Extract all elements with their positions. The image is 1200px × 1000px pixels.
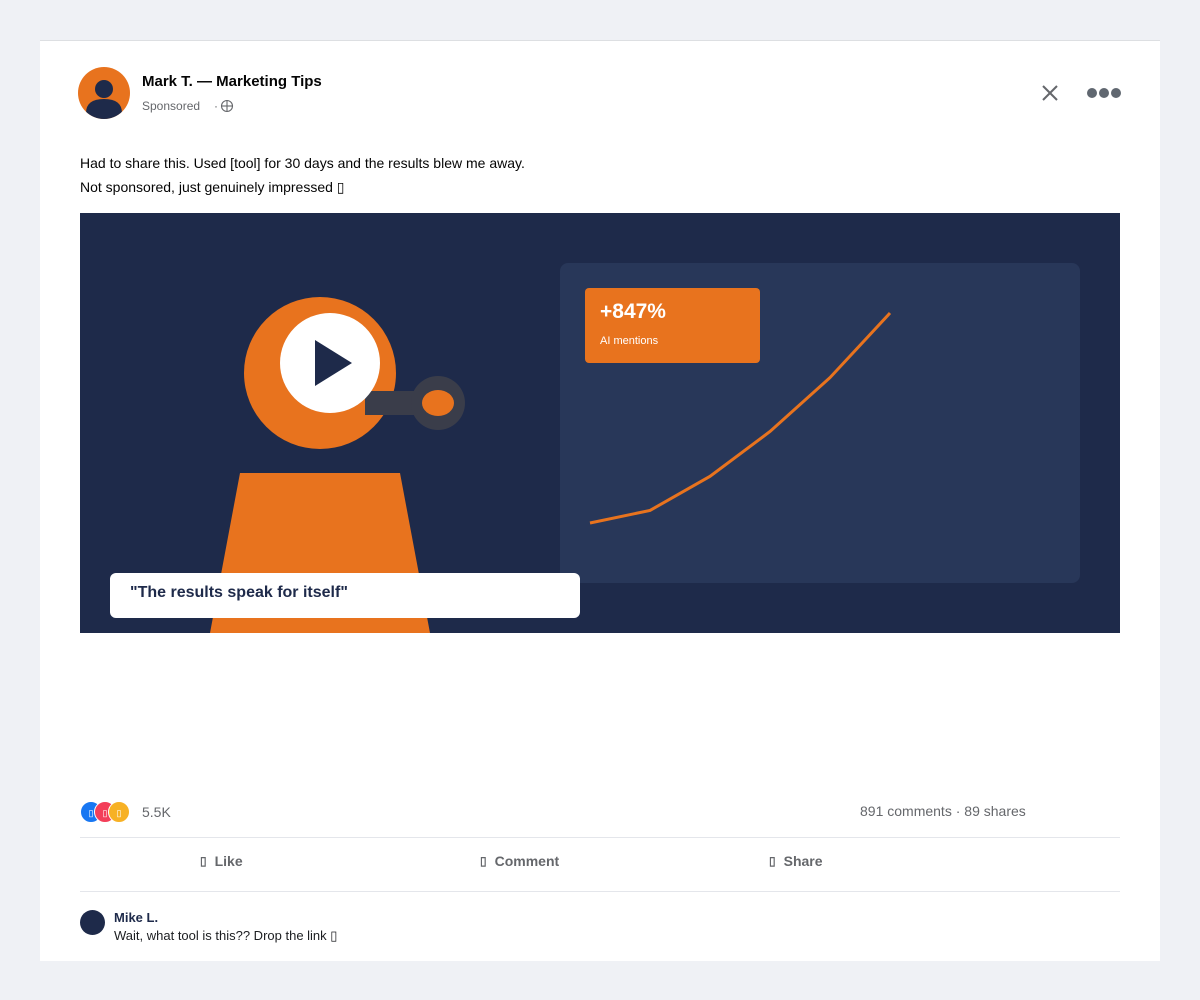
globe-icon [220,99,234,113]
reaction-count: 5.5K [142,804,171,820]
like-icon: ▯ [200,854,207,868]
post-text-line: Had to share this. Used [tool] for 30 da… [80,155,525,171]
post-text: Had to share this. Used [tool] for 30 da… [80,151,525,199]
post-meta: Sponsored · [142,99,234,113]
post-text-line: Not sponsored, just genuinely impressed … [80,179,345,195]
comment-count[interactable]: 891 comments [860,803,952,819]
share-button[interactable]: ▯ Share [769,851,823,871]
more-options-button[interactable] [1084,79,1124,107]
divider [80,837,1120,838]
comment-button[interactable]: ▯ Comment [480,851,559,871]
media-illustration [210,263,1080,633]
comment-text: Wait, what tool is this?? Drop the link … [114,928,338,943]
like-label: Like [214,853,243,869]
microphone-head [422,390,454,416]
reactions-summary[interactable]: ▯ ▯ ▯ 5.5K [80,800,171,824]
divider [80,891,1120,892]
share-icon: ▯ [769,854,776,868]
stat-label: AI mentions [600,335,659,347]
author-avatar[interactable] [78,67,130,119]
engagement-counts: 891 comments · 89 shares [860,803,1026,819]
comment-label: Comment [494,853,560,869]
commenter-name[interactable]: Mike L. [114,910,158,925]
quote-caption: "The results speak for itself" [110,573,580,618]
author-name[interactable]: Mark T. — Marketing Tips [142,73,322,90]
post-card: Mark T. — Marketing Tips Sponsored · Had… [40,40,1160,961]
video-thumbnail[interactable]: +847% AI mentions "The results speak for… [80,213,1120,633]
haha-reaction-icon: ▯ [108,801,130,823]
sponsored-label[interactable]: Sponsored [142,99,200,113]
like-button[interactable]: ▯ Like [200,851,243,871]
close-icon [1042,85,1058,101]
comment-icon: ▯ [480,854,487,868]
share-label: Share [783,853,823,869]
stat-card: +847% AI mentions [585,288,760,363]
meta-separator: · [214,99,219,113]
stat-value: +847% [600,300,666,323]
person-icon [86,80,122,119]
more-icon [1087,88,1121,98]
quote-text: "The results speak for itself" [130,584,348,601]
engagement-separator: · [955,803,961,819]
commenter-avatar[interactable] [80,910,105,935]
close-button[interactable] [1036,79,1064,107]
share-count[interactable]: 89 shares [964,803,1025,819]
